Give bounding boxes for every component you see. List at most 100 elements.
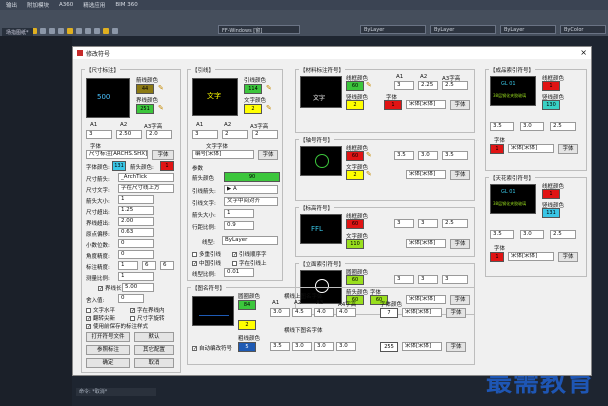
- dim-arrow-color-swatch[interactable]: 1: [160, 161, 174, 171]
- lam-font-select[interactable]: 宋体[宋体]: [508, 252, 554, 261]
- pic-dn-a4-input[interactable]: 3.0: [336, 342, 356, 351]
- leader-text-select[interactable]: 文字中间对齐: [224, 197, 278, 206]
- lam-a3-input[interactable]: 2.5: [550, 230, 576, 239]
- pic-up-a2-input[interactable]: 4.5: [292, 308, 312, 317]
- tool-icon[interactable]: [67, 28, 73, 34]
- lam-a2-input[interactable]: 3.0: [520, 230, 544, 239]
- lam-line-color-swatch[interactable]: 1: [542, 189, 560, 199]
- lam-vline-color-swatch[interactable]: 131: [542, 208, 560, 218]
- tool-icon[interactable]: [40, 28, 46, 34]
- dim-text-color-swatch[interactable]: 131: [112, 161, 126, 171]
- other-config-button[interactable]: 其它配置: [134, 345, 174, 355]
- mat-line-color-swatch[interactable]: 60: [346, 81, 364, 91]
- axis-a2-input[interactable]: 3.0: [418, 151, 438, 160]
- dim-a3-input[interactable]: 2.0: [146, 130, 172, 139]
- lam-font-color-swatch[interactable]: 1: [490, 252, 504, 262]
- leader-arrow-select[interactable]: ▶ A: [224, 185, 278, 194]
- dim-arrow-select[interactable]: _ArchTick: [118, 173, 174, 182]
- china-leader-checkbox[interactable]: ✓ 中国引线: [192, 259, 221, 267]
- pic-dn-font-button[interactable]: 字体: [446, 342, 466, 352]
- fin-font-select[interactable]: 宋体[宋体]: [508, 144, 554, 153]
- mark-font-select[interactable]: 宋体[宋体]: [406, 239, 446, 248]
- axis-line-color-swatch[interactable]: 60: [346, 151, 364, 161]
- dim-text-pos-select[interactable]: 字在尺寸线上方: [118, 184, 174, 193]
- leader-order-checkbox[interactable]: ✓ 引线顺序字: [232, 250, 267, 258]
- fin-line-color-swatch[interactable]: 1: [542, 81, 560, 91]
- mark-a1-input[interactable]: 3: [394, 219, 414, 228]
- mark-a3-input[interactable]: 2.5: [442, 219, 468, 228]
- dim-arrow-size-input[interactable]: 1: [118, 195, 154, 204]
- lam-a1-input[interactable]: 3.5: [490, 230, 514, 239]
- leader-font-select[interactable]: 编号[宋体]: [192, 150, 254, 159]
- axis-a1-input[interactable]: 3.5: [394, 151, 414, 160]
- mat-a3-input[interactable]: 2.5: [442, 81, 468, 90]
- leader-a2-input[interactable]: 2: [222, 130, 248, 139]
- pick-color-icon[interactable]: ✎: [366, 170, 374, 179]
- auto-renumber-checkbox[interactable]: ✓ 自动编改符号: [192, 344, 232, 352]
- leader-a3-input[interactable]: 2: [252, 130, 278, 139]
- leader-a1-input[interactable]: 3: [192, 130, 218, 139]
- round-input[interactable]: 0: [118, 294, 144, 303]
- dim-extend-input[interactable]: 1.25: [118, 206, 154, 215]
- dim-font-button[interactable]: 字体: [152, 150, 174, 160]
- mat-font-button[interactable]: 字体: [450, 100, 470, 110]
- fin-a3-input[interactable]: 2.5: [550, 122, 576, 131]
- axis-a3-input[interactable]: 3.5: [442, 151, 468, 160]
- menu-output[interactable]: 输出: [6, 1, 17, 9]
- pic-thick-line-color-swatch[interactable]: 5: [238, 342, 256, 352]
- text-on-leader-checkbox[interactable]: 字在引线上: [232, 259, 267, 267]
- default-button[interactable]: 默认: [134, 332, 174, 342]
- menu-bim360[interactable]: BIM 360: [115, 2, 137, 8]
- leader-scale-input[interactable]: 0.01: [224, 268, 254, 277]
- flip-arrow-checkbox[interactable]: ✓ 翻转尖新: [86, 314, 115, 322]
- mark-line-color-swatch[interactable]: 60: [346, 219, 364, 229]
- multileader-checkbox[interactable]: 多重引线: [192, 250, 221, 258]
- extline-input[interactable]: 5.00: [122, 283, 154, 292]
- lineweight-dropdown[interactable]: ByLayer: [500, 25, 556, 34]
- leader-text-color-swatch[interactable]: 2: [244, 104, 262, 114]
- pic-dn-font-color-swatch[interactable]: 255: [380, 342, 398, 352]
- menu-addons[interactable]: 附加模块: [27, 1, 49, 9]
- linetype-dropdown[interactable]: ByLayer: [430, 25, 496, 34]
- dim-precision-b-input[interactable]: 6: [160, 261, 174, 270]
- pick-color-icon[interactable]: ✎: [266, 84, 274, 93]
- dim-origin-offset-input[interactable]: 0.63: [118, 228, 154, 237]
- dim-line-color-swatch[interactable]: 44: [136, 84, 154, 94]
- menu-apps[interactable]: 精选应用: [83, 1, 105, 9]
- tool-icon[interactable]: [112, 28, 118, 34]
- pic-dn-a2-input[interactable]: 3.0: [292, 342, 312, 351]
- leader-font-button[interactable]: 字体: [258, 150, 278, 160]
- dim-precision-input[interactable]: 1: [118, 261, 138, 270]
- pick-color-icon[interactable]: ✎: [266, 104, 274, 113]
- pic-circle-color-swatch[interactable]: 84: [238, 300, 256, 310]
- idx-a2-input[interactable]: 3: [418, 275, 438, 284]
- mat-a1-input[interactable]: 3: [394, 81, 414, 90]
- dim-a1-input[interactable]: 3: [86, 130, 112, 139]
- tool-icon[interactable]: [76, 28, 82, 34]
- pic-up-a3-input[interactable]: 4.0: [314, 308, 334, 317]
- axis-font-button[interactable]: 字体: [450, 170, 470, 180]
- idx-circle-color-swatch[interactable]: 60: [346, 275, 364, 285]
- dim-scale-input[interactable]: 1: [118, 272, 154, 281]
- pic-dn-font-select[interactable]: 宋体[宋体]: [402, 342, 442, 351]
- idx-a3-input[interactable]: 3: [442, 275, 468, 284]
- pic-up-font-color-swatch[interactable]: 7: [380, 308, 398, 318]
- extline-checkbox[interactable]: ✓ 界线长: [98, 284, 122, 292]
- dim-angle-precision-input[interactable]: 0: [118, 250, 154, 259]
- cancel-button[interactable]: 取消: [134, 358, 174, 368]
- dim-a2-input[interactable]: 2.50: [116, 130, 142, 139]
- dim-font-select[interactable]: 尺寸标注[ARCHS.SHX]: [86, 150, 148, 159]
- leader-line-spacing-input[interactable]: 0.9: [224, 221, 254, 230]
- dim-precision-a-input[interactable]: 6: [142, 261, 156, 270]
- mat-font-color-swatch[interactable]: 1: [384, 100, 402, 110]
- fin-font-color-swatch[interactable]: 1: [490, 144, 504, 154]
- pick-color-icon[interactable]: ✎: [158, 104, 166, 113]
- command-line[interactable]: 命令: *取消*: [76, 388, 156, 396]
- pick-color-icon[interactable]: ✎: [366, 81, 374, 90]
- open-symbol-file-button[interactable]: 打开符号文件: [86, 332, 130, 342]
- text-horizontal-checkbox[interactable]: 文字水平: [86, 306, 115, 314]
- pick-color-icon[interactable]: ✎: [366, 151, 374, 160]
- mark-text-color-swatch[interactable]: 110: [346, 239, 364, 249]
- pic-line-color-swatch[interactable]: 2: [238, 320, 256, 330]
- mat-font-select[interactable]: 宋体[宋体]: [406, 100, 446, 109]
